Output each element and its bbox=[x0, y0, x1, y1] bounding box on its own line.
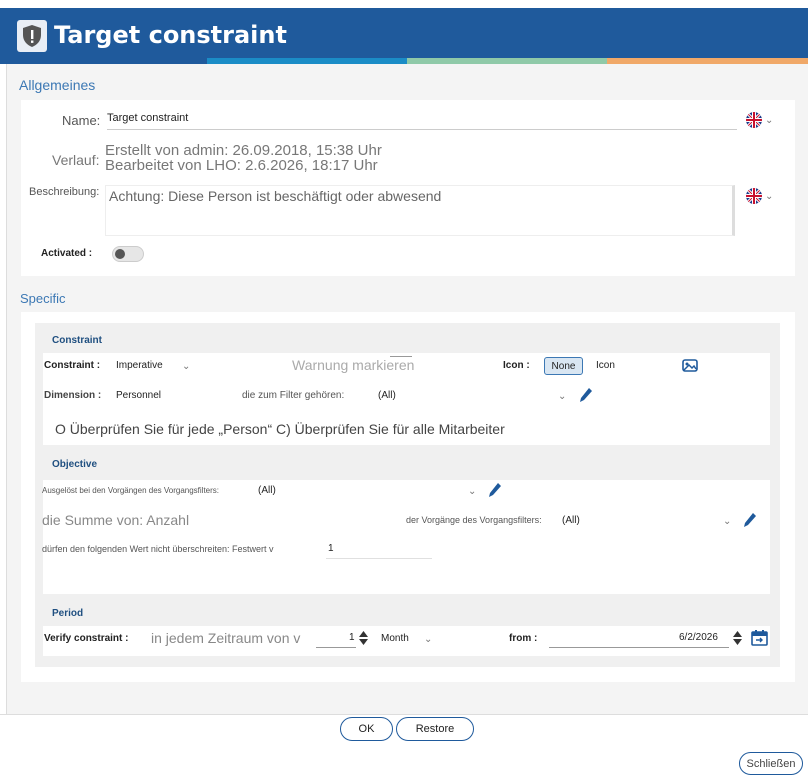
period-count-input[interactable]: 1 bbox=[349, 632, 355, 643]
check-scope-text[interactable]: O Überprüfen Sie für jede „Person“ C) Üb… bbox=[55, 421, 505, 437]
footer-divider bbox=[0, 714, 808, 715]
uk-flag-icon[interactable] bbox=[746, 188, 762, 204]
icon-option[interactable]: Icon bbox=[596, 360, 615, 371]
pencil-icon[interactable] bbox=[579, 387, 593, 403]
icon-label: Icon : bbox=[503, 360, 530, 371]
chevron-down-icon[interactable]: ⌄ bbox=[723, 516, 731, 527]
shield-icon bbox=[17, 20, 47, 52]
triggered-select[interactable]: (All) bbox=[258, 485, 276, 496]
name-input[interactable]: Target constraint bbox=[107, 112, 188, 124]
from-date-input[interactable]: 6/2/2026 bbox=[679, 632, 718, 643]
process-filter-select[interactable]: (All) bbox=[562, 515, 580, 526]
history-created: Erstellt von admin: 26.09.2018, 15:38 Uh… bbox=[105, 142, 382, 159]
description-text: Achtung: Diese Person ist beschäftigt od… bbox=[109, 188, 442, 204]
verify-label: Verify constraint : bbox=[44, 633, 129, 644]
objective-box bbox=[43, 480, 770, 594]
chevron-down-icon[interactable]: ⌄ bbox=[468, 486, 476, 497]
triggered-label: Ausgelöst bei den Vorgängen des Vorgangs… bbox=[42, 486, 220, 495]
sum-text[interactable]: die Summe von: Anzahl bbox=[42, 512, 189, 528]
name-underline bbox=[107, 129, 737, 130]
from-label: from : bbox=[509, 633, 538, 644]
dimension-value: Personnel bbox=[116, 390, 162, 401]
warning-text: Warnung markieren bbox=[292, 357, 415, 373]
constraint-heading: Constraint bbox=[52, 335, 102, 346]
period-unit-select[interactable]: Month bbox=[381, 633, 409, 644]
pencil-icon[interactable] bbox=[488, 482, 502, 498]
pencil-icon[interactable] bbox=[743, 512, 757, 528]
from-date-stepper[interactable] bbox=[732, 629, 743, 647]
from-date-underline bbox=[549, 647, 729, 648]
activated-toggle[interactable] bbox=[112, 246, 144, 262]
period-heading: Period bbox=[52, 608, 84, 619]
history-edited: Bearbeitet von LHO: 2.6.2026, 18:17 Uhr bbox=[105, 157, 378, 174]
limit-underline bbox=[326, 558, 432, 559]
chevron-down-icon[interactable]: ⌄ bbox=[558, 391, 566, 402]
language-dropdown-chevron-icon[interactable]: ⌄ bbox=[765, 191, 773, 202]
limit-label: dürfen den folgenden Wert nicht überschr… bbox=[42, 544, 274, 554]
dimension-label: Dimension : bbox=[44, 390, 102, 401]
every-period-text: in jedem Zeitraum von v bbox=[151, 630, 301, 646]
chevron-down-icon[interactable]: ⌄ bbox=[182, 361, 190, 372]
process-filter-label: der Vorgänge des Vorgangsfilters: bbox=[406, 515, 542, 525]
limit-value-input[interactable]: 1 bbox=[328, 543, 334, 554]
image-picker-icon[interactable] bbox=[682, 358, 698, 373]
period-count-underline bbox=[316, 647, 356, 648]
period-count-stepper[interactable] bbox=[358, 629, 369, 647]
calendar-icon[interactable] bbox=[751, 629, 768, 646]
section-general-title: Allgemeines bbox=[19, 77, 96, 93]
objective-heading: Objective bbox=[52, 459, 98, 470]
chevron-down-icon[interactable]: ⌄ bbox=[424, 634, 432, 645]
restore-button[interactable]: Restore bbox=[396, 717, 474, 741]
activated-label: Activated : bbox=[41, 248, 93, 259]
history-label: Verlauf: bbox=[52, 152, 100, 168]
close-button[interactable]: Schließen bbox=[739, 752, 803, 775]
constraint-label: Constraint : bbox=[44, 360, 101, 371]
icon-none-button[interactable]: None bbox=[544, 357, 583, 375]
language-dropdown-chevron-icon[interactable]: ⌄ bbox=[765, 115, 773, 126]
name-label: Name: bbox=[62, 113, 101, 128]
window-title: Target constraint bbox=[54, 21, 287, 49]
filter-label: die zum Filter gehören: bbox=[242, 390, 345, 401]
uk-flag-icon[interactable] bbox=[746, 112, 762, 128]
ok-button[interactable]: OK bbox=[340, 717, 393, 741]
title-bar: Target constraint bbox=[0, 8, 808, 64]
warning-underline bbox=[390, 356, 412, 357]
constraint-select[interactable]: Imperative bbox=[116, 360, 163, 371]
section-specific-title: Specific bbox=[20, 291, 66, 306]
description-label: Beschreibung: bbox=[29, 186, 100, 198]
filter-select[interactable]: (All) bbox=[378, 390, 396, 401]
